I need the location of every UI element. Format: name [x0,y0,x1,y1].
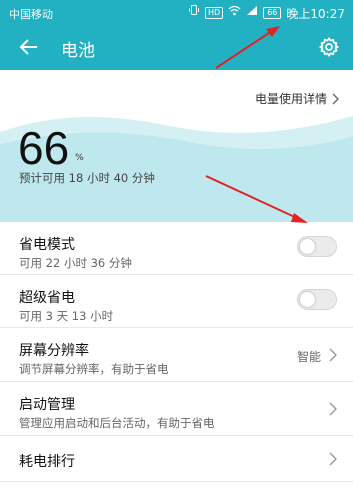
power-saving-row[interactable]: 省电模式 可用 22 小时 36 分钟 [0,222,353,275]
battery-icon: 66 [263,7,282,19]
battery-percent: 66 % [18,125,84,171]
power-saving-title: 省电模式 [19,237,75,253]
ultra-power-saving-toggle[interactable] [297,289,337,310]
battery-percent-value: 66 [18,122,70,174]
arrow-left-icon[interactable] [14,32,44,62]
usage-details-label: 电量使用详情 [254,92,327,106]
toggle-knob [300,239,315,254]
carrier-label: 中国移动 [9,8,53,21]
power-saving-subtitle: 可用 22 小时 36 分钟 [19,256,132,270]
ultra-power-saving-title: 超级省电 [19,290,75,306]
vibrate-icon [188,4,200,22]
startup-manager-row[interactable]: 启动管理 管理应用启动和后台活动，有助于省电 [0,382,353,436]
gear-icon[interactable] [315,33,343,61]
power-ranking-row[interactable]: 耗电排行 [0,436,353,482]
screen-resolution-subtitle: 调节屏幕分辨率，有助于省电 [19,362,169,376]
wifi-icon [228,5,241,22]
chevron-right-icon [329,348,337,362]
screen-resolution-value: 智能 [296,350,321,364]
toolbar: 电池 [0,26,353,70]
startup-manager-title: 启动管理 [19,397,75,413]
power-ranking-title: 耗电排行 [19,454,75,470]
battery-hero: 电量使用详情 66 % 预计可用 18 小时 40 分钟 [0,70,353,222]
startup-manager-subtitle: 管理应用启动和后台活动，有助于省电 [19,416,215,430]
page-title: 电池 [61,41,95,61]
chevron-right-icon [329,452,337,466]
clock: 晚上10:27 [286,6,345,21]
status-bar: 中国移动 HD 66 晚上10:27 [0,0,353,26]
hd-icon: HD [205,7,224,19]
usage-details-link[interactable]: 电量使用详情 [255,90,339,107]
chevron-right-icon [329,402,337,416]
settings-list: 省电模式 可用 22 小时 36 分钟 超级省电 可用 3 天 13 小时 屏幕… [0,222,353,482]
ultra-power-saving-row[interactable]: 超级省电 可用 3 天 13 小时 [0,275,353,328]
chevron-right-icon [332,93,339,104]
ultra-power-saving-subtitle: 可用 3 天 13 小时 [19,309,114,323]
remaining-time-estimate: 预计可用 18 小时 40 分钟 [19,171,155,185]
power-saving-toggle[interactable] [297,236,337,257]
status-icons: HD 66 晚上10:27 [188,4,345,22]
toggle-knob [300,292,315,307]
battery-percent-unit: % [75,153,84,163]
screen-resolution-title: 屏幕分辨率 [19,343,89,359]
screen-resolution-row[interactable]: 屏幕分辨率 调节屏幕分辨率，有助于省电 智能 [0,328,353,382]
signal-icon [246,5,258,22]
